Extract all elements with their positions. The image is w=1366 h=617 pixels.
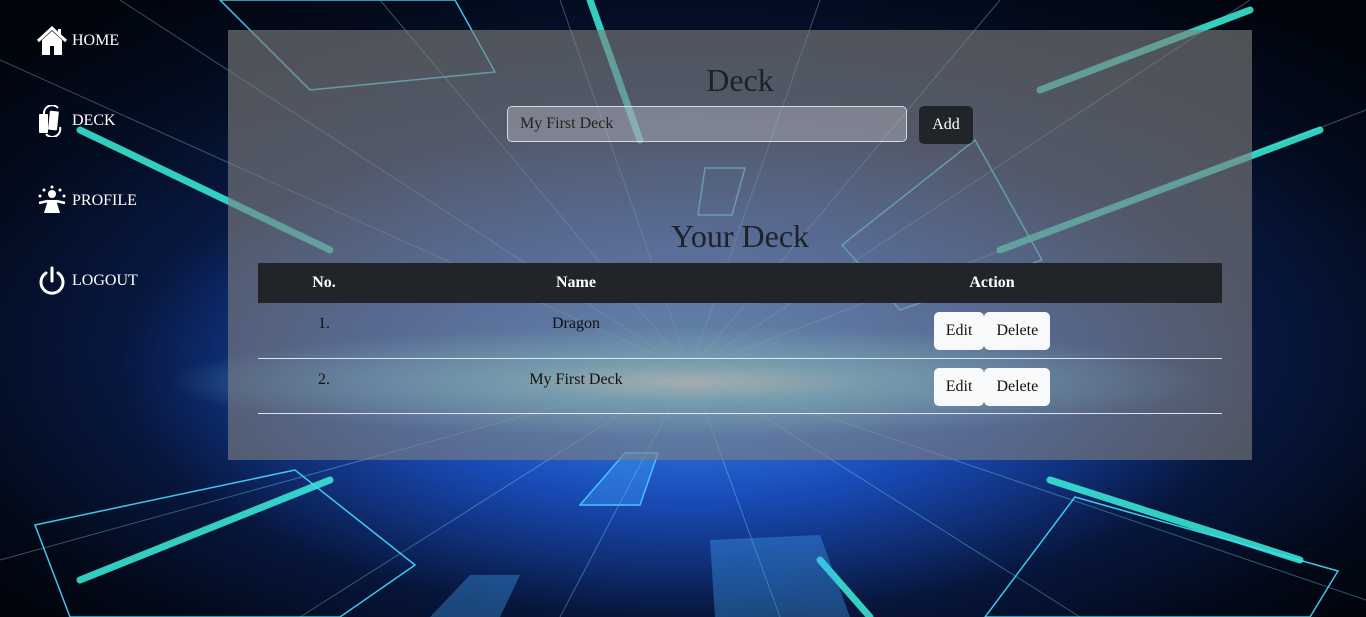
row-name: My First Deck bbox=[529, 370, 623, 388]
power-icon bbox=[39, 266, 65, 295]
row-number: 2. bbox=[318, 370, 330, 388]
delete-button[interactable]: Delete bbox=[984, 312, 1051, 350]
profile-icon bbox=[38, 185, 66, 213]
edit-button[interactable]: Edit bbox=[933, 367, 985, 406]
row-actions: Edit Delete bbox=[762, 358, 1222, 413]
table-header-row: No. Name Action bbox=[258, 263, 1222, 303]
nav-deck-label: DECK bbox=[72, 112, 116, 129]
deck-name-input[interactable] bbox=[507, 106, 907, 142]
nav-profile[interactable]: PROFILE bbox=[36, 184, 206, 218]
deck-table: No. Name Action 1. Dragon Edit Delete 2. … bbox=[258, 263, 1222, 414]
column-header-name: Name bbox=[556, 274, 596, 291]
column-header-no: No. bbox=[312, 274, 336, 291]
row-name: Dragon bbox=[552, 315, 600, 332]
row-number: 1. bbox=[318, 315, 330, 332]
table-row: 1. Dragon Edit Delete bbox=[258, 303, 1222, 358]
deck-form-title: Deck bbox=[706, 62, 774, 98]
column-header-action: Action bbox=[969, 274, 1015, 291]
delete-button[interactable]: Delete bbox=[984, 367, 1051, 406]
add-deck-button[interactable]: Add bbox=[919, 106, 973, 144]
nav-home[interactable]: HOME bbox=[36, 24, 206, 58]
nav-home-label: HOME bbox=[72, 32, 120, 49]
home-icon bbox=[36, 25, 68, 55]
edit-button[interactable]: Edit bbox=[933, 312, 985, 350]
nav-logout[interactable]: LOGOUT bbox=[36, 264, 206, 298]
your-deck-title: Your Deck bbox=[670, 218, 810, 254]
deck-panel: Deck Add Your Deck No. Name Action 1. Dr… bbox=[228, 30, 1252, 460]
nav-deck[interactable]: DECK bbox=[36, 104, 206, 138]
deck-icon bbox=[39, 105, 62, 137]
nav-logout-label: LOGOUT bbox=[72, 272, 138, 289]
sidebar-nav: HOME DECK PROFILE LOGOUT bbox=[36, 24, 206, 344]
row-actions: Edit Delete bbox=[762, 303, 1222, 358]
nav-profile-label: PROFILE bbox=[72, 192, 137, 209]
table-row: 2. My First Deck Edit Delete bbox=[258, 358, 1222, 413]
